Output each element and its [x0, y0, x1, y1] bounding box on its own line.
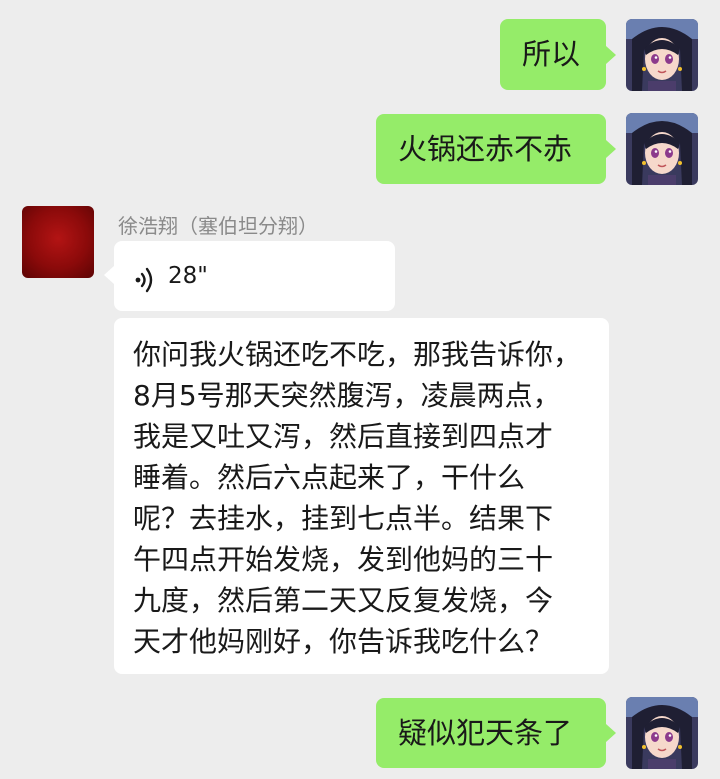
my-avatar[interactable] — [626, 697, 698, 769]
message-text: 所以 — [522, 37, 581, 71]
message-line: 8月5号那天突然腹泻，凌晨两点， — [133, 379, 561, 412]
outgoing-message-bubble[interactable]: 疑似犯天条了 — [376, 698, 606, 768]
voice-wave-icon — [132, 262, 158, 293]
message-text: 疑似犯天条了 — [398, 716, 573, 750]
outgoing-message-bubble[interactable]: 火锅还赤不赤 — [376, 114, 606, 184]
message-line: 天才他妈刚好，你告诉我吃什么？ — [133, 625, 554, 658]
sender-name: 徐浩翔（塞伯坦分翔） — [118, 214, 318, 238]
bubble-tail — [606, 46, 616, 64]
message-line: 呢？去挂水，挂到七点半。结果下 — [133, 502, 554, 535]
incoming-message-bubble[interactable]: 你问我火锅还吃不吃，那我告诉你， 8月5号那天突然腹泻，凌晨两点， 我是又吐又泻… — [114, 318, 609, 674]
message-line: 午四点开始发烧，发到他妈的三十 — [133, 543, 554, 576]
my-avatar[interactable] — [626, 19, 698, 91]
message-text: 火锅还赤不赤 — [398, 132, 573, 166]
message-line: 你问我火锅还吃不吃，那我告诉你， — [133, 338, 582, 371]
voice-duration: 28" — [168, 263, 208, 289]
voice-message-bubble[interactable]: 28" — [114, 241, 395, 311]
outgoing-message-bubble[interactable]: 所以 — [500, 19, 606, 90]
message-line: 睡着。然后六点起来了，干什么 — [133, 461, 526, 494]
message-line: 九度，然后第二天又反复发烧，今 — [133, 584, 554, 617]
bubble-tail — [606, 724, 616, 742]
bubble-tail — [606, 140, 616, 158]
message-line: 我是又吐又泻，然后直接到四点才 — [133, 420, 554, 453]
sender-avatar[interactable] — [22, 206, 94, 278]
bubble-tail — [104, 266, 114, 284]
my-avatar[interactable] — [626, 113, 698, 185]
